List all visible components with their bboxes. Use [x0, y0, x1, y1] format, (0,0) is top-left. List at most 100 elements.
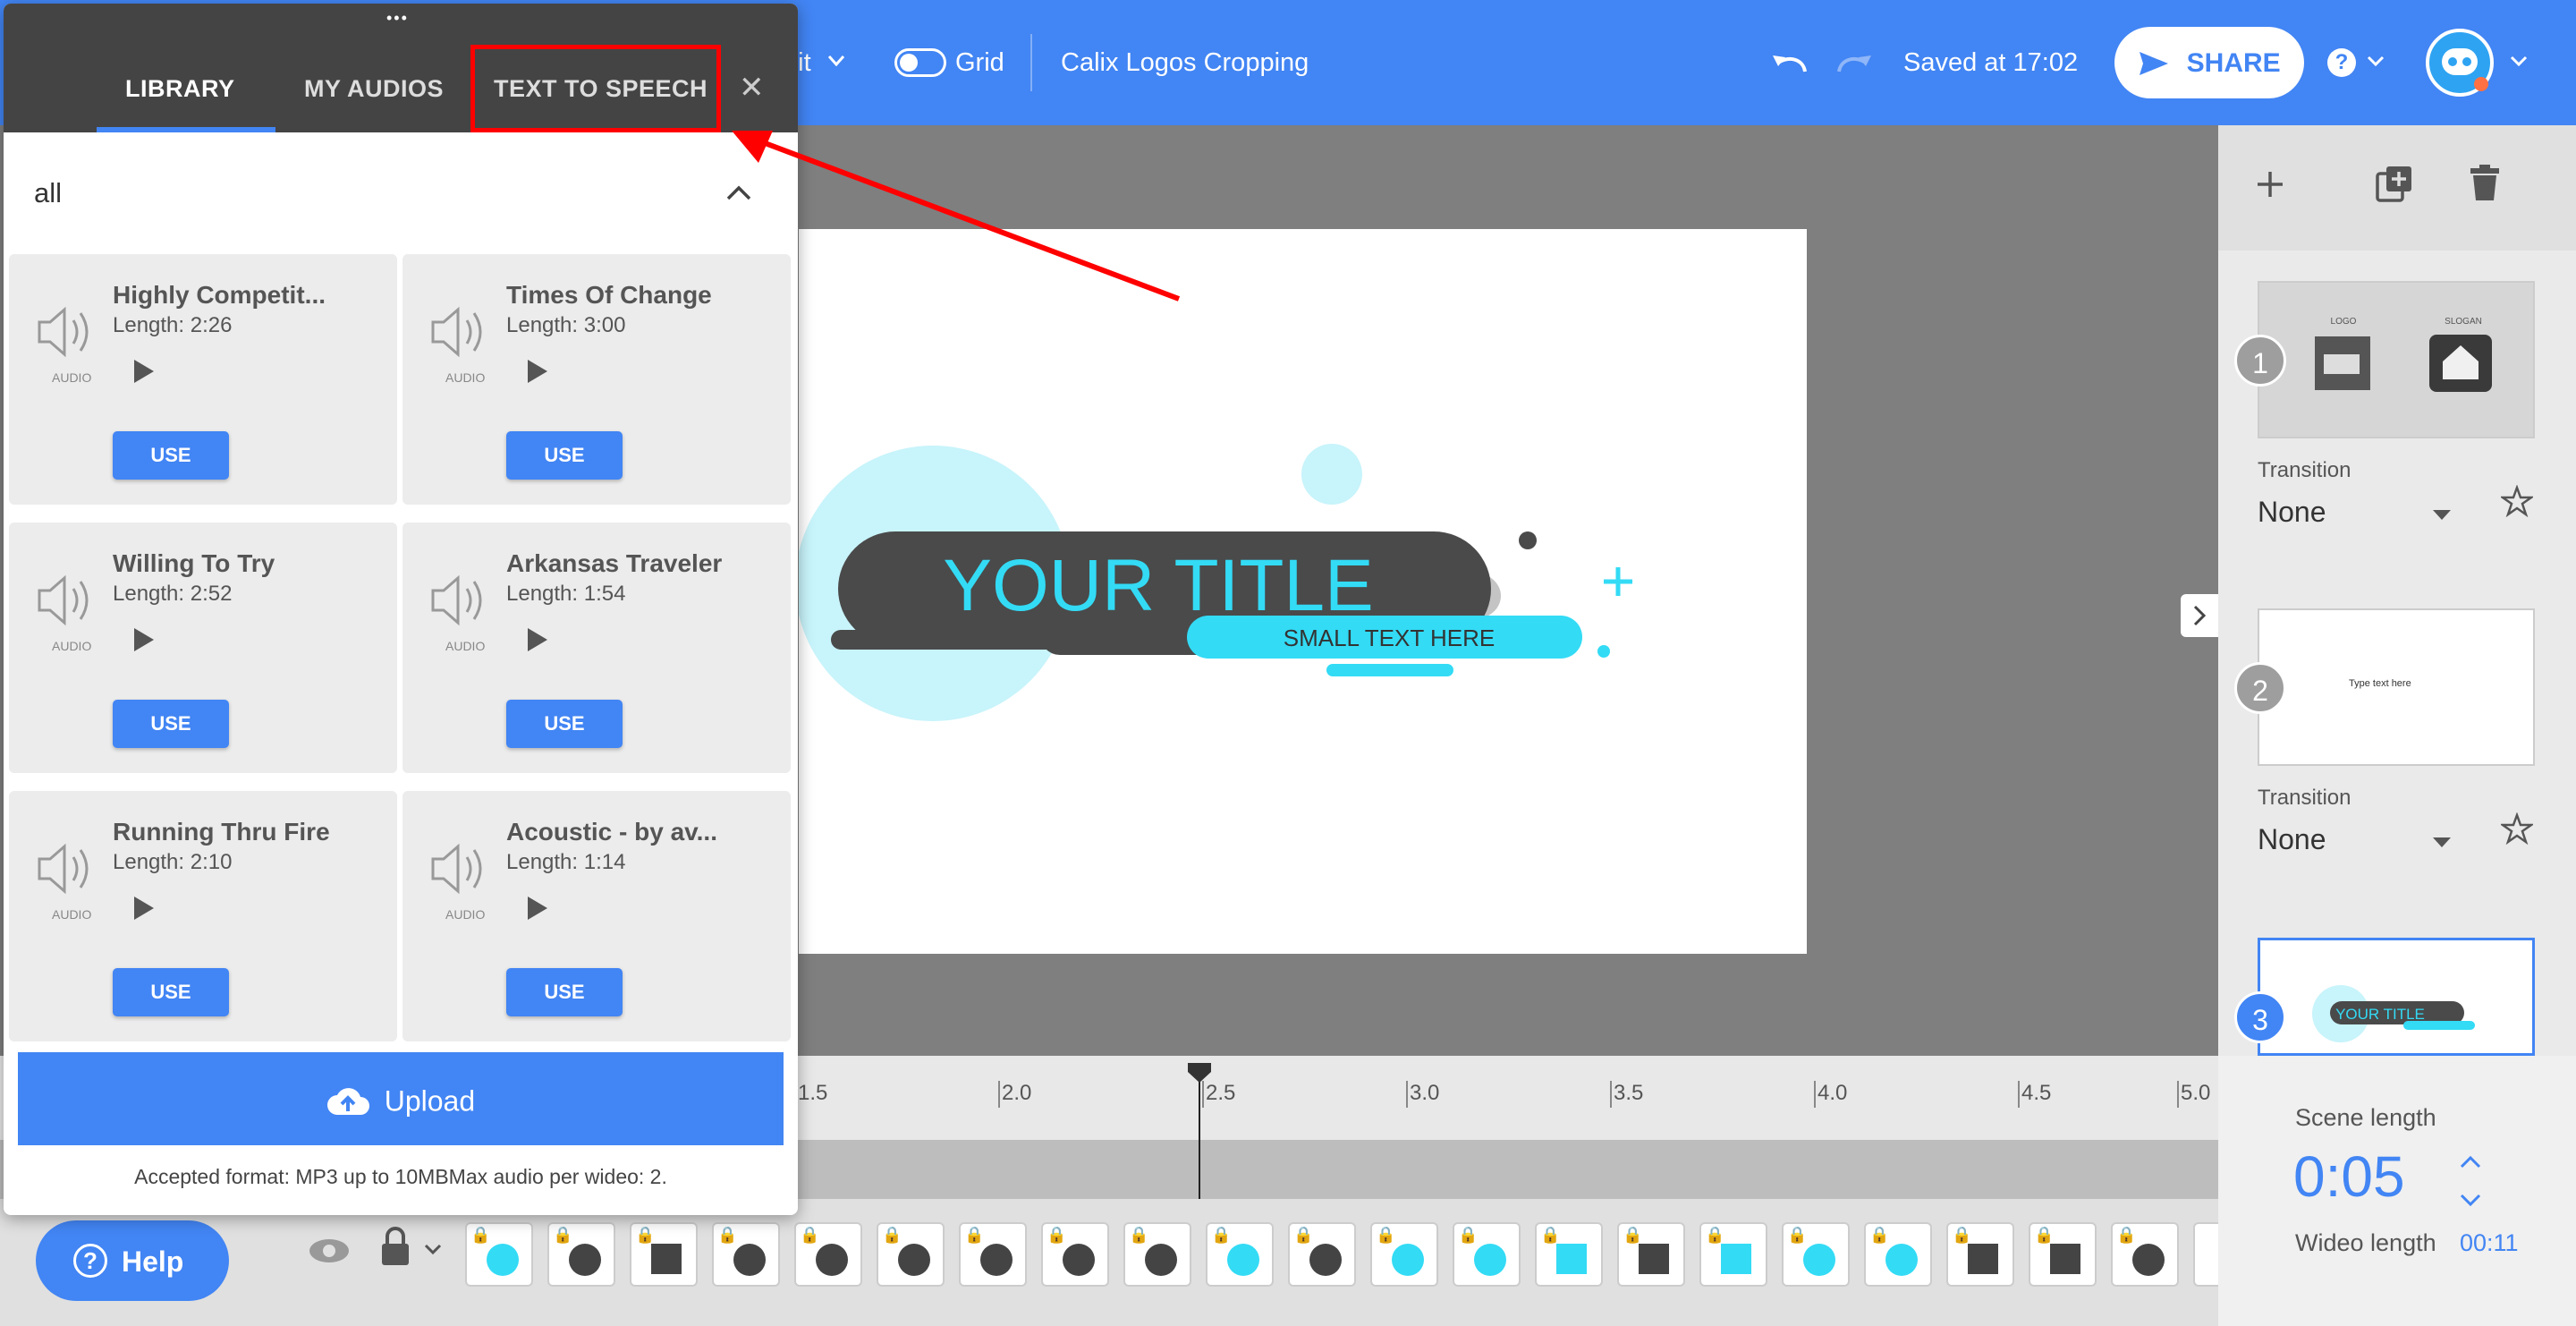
visibility-eye-icon[interactable]: [308, 1237, 351, 1265]
grid-toggle[interactable]: [894, 48, 946, 77]
audio-tag: AUDIO: [52, 639, 92, 653]
scene-length-value[interactable]: 0:05: [2293, 1143, 2405, 1210]
lock-icon[interactable]: [379, 1226, 411, 1267]
scene-thumbnail-2[interactable]: Type text here: [2258, 608, 2535, 766]
scene-thumbnail-3[interactable]: YOUR TITLE: [2258, 938, 2535, 1056]
timeline-element[interactable]: 🔒: [630, 1222, 698, 1287]
transition-select[interactable]: None: [2258, 823, 2326, 856]
canvas-subtitle: SMALL TEXT HERE: [1284, 625, 1496, 651]
audio-length: Length: 2:52: [113, 582, 233, 606]
use-button[interactable]: USE: [113, 700, 229, 748]
use-button[interactable]: USE: [506, 968, 623, 1016]
tab-my-audios[interactable]: MY AUDIOS: [304, 75, 444, 103]
decrement-arrow-icon[interactable]: [2460, 1194, 2481, 1208]
playhead-handle-icon[interactable]: [1186, 1061, 1213, 1084]
caret-down-icon[interactable]: [2433, 837, 2451, 847]
upload-label: Upload: [384, 1084, 476, 1118]
timeline-element[interactable]: 🔒: [1864, 1222, 1932, 1287]
drag-handle-icon[interactable]: •••: [386, 9, 409, 28]
timeline-element[interactable]: [2193, 1222, 2218, 1287]
use-button[interactable]: USE: [506, 431, 623, 480]
audio-card[interactable]: AUDIO Arkansas Traveler Length: 1:54 USE: [402, 523, 791, 773]
divider: [1030, 34, 1032, 91]
audio-card[interactable]: AUDIO Running Thru Fire Length: 2:10 USE: [9, 791, 397, 1041]
scene-1-preview: LOGO SLOGAN: [2259, 283, 2533, 437]
use-button[interactable]: USE: [113, 431, 229, 480]
lock-icon: 🔒: [470, 1226, 491, 1244]
help-button[interactable]: ? Help: [36, 1220, 229, 1301]
scene-3-preview-text: YOUR TITLE: [2335, 1006, 2425, 1023]
play-icon[interactable]: [134, 360, 154, 383]
timeline-element[interactable]: 🔒: [1946, 1222, 2014, 1287]
use-button[interactable]: USE: [506, 700, 623, 748]
playhead-line[interactable]: [1199, 1065, 1200, 1213]
timeline-element[interactable]: 🔒: [547, 1222, 615, 1287]
transition-label: Transition: [2258, 786, 2351, 810]
play-icon[interactable]: [528, 360, 547, 383]
tab-library[interactable]: LIBRARY: [125, 75, 235, 103]
saved-status: Saved at 17:02: [1903, 48, 2079, 77]
audio-title: Highly Competit...: [113, 281, 326, 309]
timeline-element[interactable]: 🔒: [959, 1222, 1027, 1287]
timeline-element[interactable]: 🔒: [1370, 1222, 1438, 1287]
tick-label: 2.0: [997, 1081, 1032, 1108]
timeline-element[interactable]: 🔒: [1453, 1222, 1521, 1287]
timeline-element[interactable]: 🔒: [2029, 1222, 2097, 1287]
help-circle-icon[interactable]: ?: [2327, 48, 2356, 77]
duplicate-scene-icon[interactable]: [2376, 165, 2413, 202]
trash-icon[interactable]: [2469, 165, 2501, 202]
lock-icon: 🔒: [1623, 1226, 1643, 1244]
timeline-element[interactable]: 🔒: [1617, 1222, 1685, 1287]
timeline-element[interactable]: 🔒: [1123, 1222, 1191, 1287]
scene-thumbnail-1[interactable]: LOGO SLOGAN: [2258, 281, 2535, 438]
tick-label: 1.5: [793, 1081, 828, 1108]
project-title[interactable]: Calix Logos Cropping: [1061, 47, 1309, 79]
audio-card[interactable]: AUDIO Acoustic - by av... Length: 1:14 U…: [402, 791, 791, 1041]
chevron-down-icon[interactable]: [2367, 55, 2385, 68]
lock-icon: 🔒: [1376, 1226, 1396, 1244]
close-icon[interactable]: ✕: [739, 70, 765, 106]
title-graphic[interactable]: YOUR TITLE SMALL TEXT HERE: [795, 229, 1807, 954]
lock-icon: 🔒: [717, 1226, 738, 1244]
category-filter[interactable]: all: [4, 132, 798, 249]
caret-down-icon[interactable]: [2433, 510, 2451, 520]
play-icon[interactable]: [134, 897, 154, 920]
timeline-element[interactable]: 🔒: [1782, 1222, 1850, 1287]
audio-card[interactable]: AUDIO Highly Competit... Length: 2:26 US…: [9, 254, 397, 505]
audio-card[interactable]: AUDIO Willing To Try Length: 2:52 USE: [9, 523, 397, 773]
undo-icon[interactable]: [1769, 48, 1810, 77]
use-button[interactable]: USE: [113, 968, 229, 1016]
chevron-down-icon[interactable]: [826, 54, 846, 68]
timeline-element[interactable]: 🔒: [1535, 1222, 1603, 1287]
increment-arrow-icon[interactable]: [2460, 1154, 2481, 1169]
timeline-element[interactable]: 🔒: [1288, 1222, 1356, 1287]
timeline-element[interactable]: 🔒: [1206, 1222, 1274, 1287]
lock-icon: 🔒: [1211, 1226, 1232, 1244]
play-icon[interactable]: [528, 628, 547, 651]
timeline-element[interactable]: 🔒: [2111, 1222, 2179, 1287]
redo-icon[interactable]: [1834, 48, 1875, 77]
timeline-element[interactable]: 🔒: [1699, 1222, 1767, 1287]
add-scene-icon[interactable]: [2254, 168, 2286, 200]
star-icon[interactable]: [2501, 485, 2533, 517]
share-button[interactable]: SHARE: [2114, 27, 2304, 98]
collapse-sidebar-button[interactable]: [2181, 594, 2218, 637]
avatar[interactable]: [2426, 29, 2494, 97]
scene-number-2: 2: [2234, 662, 2286, 714]
audio-tag: AUDIO: [445, 370, 486, 385]
transition-select[interactable]: None: [2258, 496, 2326, 529]
scene-canvas[interactable]: YOUR TITLE SMALL TEXT HERE: [795, 229, 1807, 954]
play-icon[interactable]: [528, 897, 547, 920]
audio-length: Length: 1:54: [506, 582, 626, 606]
timeline-element[interactable]: 🔒: [1041, 1222, 1109, 1287]
audio-title: Arkansas Traveler: [506, 549, 723, 577]
timeline-element[interactable]: 🔒: [465, 1222, 533, 1287]
timeline-element[interactable]: 🔒: [712, 1222, 780, 1287]
chevron-down-icon[interactable]: [2510, 55, 2528, 68]
timeline-element[interactable]: 🔒: [794, 1222, 862, 1287]
upload-button[interactable]: Upload: [18, 1052, 784, 1145]
play-icon[interactable]: [134, 628, 154, 651]
star-icon[interactable]: [2501, 812, 2533, 845]
timeline-element[interactable]: 🔒: [877, 1222, 945, 1287]
chevron-down-icon[interactable]: [424, 1244, 442, 1256]
